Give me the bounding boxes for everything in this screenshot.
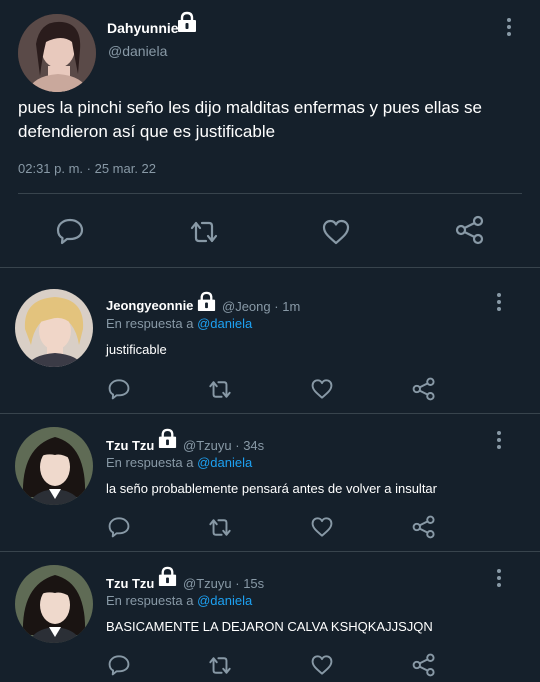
more-vertical-icon[interactable] [496, 569, 502, 589]
avatar[interactable] [15, 289, 93, 367]
reply-meta: @Tzuyu · 15s [183, 576, 264, 591]
share-icon[interactable] [412, 653, 436, 677]
retweet-icon[interactable] [207, 379, 233, 400]
user-handle[interactable]: @Tzuyu [183, 438, 232, 453]
reply-time[interactable]: 34s [243, 438, 264, 453]
display-name[interactable]: Dahyunnie [107, 20, 179, 36]
tweet-timestamp[interactable]: 02:31 p. m. · 25 mar. 22 [18, 161, 156, 176]
avatar[interactable] [15, 565, 93, 643]
in-reply-to: En respuesta a @daniela [106, 455, 252, 470]
heart-icon[interactable] [310, 516, 334, 538]
more-vertical-icon[interactable] [496, 431, 502, 451]
reply-meta: @Jeong · 1m [222, 299, 300, 314]
display-name[interactable]: Tzu Tzu [106, 438, 154, 453]
reply-time[interactable]: 15s [243, 576, 264, 591]
avatar[interactable] [15, 427, 93, 505]
comment-icon[interactable] [107, 516, 131, 538]
reply-text: la seño probablemente pensará antes de v… [106, 481, 437, 496]
avatar-photo [15, 427, 93, 505]
reply-meta: @Tzuyu · 34s [183, 438, 264, 453]
share-icon[interactable] [412, 377, 436, 401]
lock-icon [196, 291, 217, 317]
in-reply-handle-link[interactable]: @daniela [197, 455, 252, 470]
divider [0, 267, 540, 268]
share-icon[interactable] [412, 515, 436, 539]
user-handle[interactable]: @Jeong [222, 299, 271, 314]
reply-time[interactable]: 1m [282, 299, 300, 314]
retweet-icon[interactable] [188, 219, 220, 245]
lock-icon [176, 11, 198, 38]
user-handle[interactable]: @daniela [108, 43, 167, 59]
heart-icon[interactable] [310, 654, 334, 676]
share-icon[interactable] [455, 215, 485, 245]
more-vertical-icon[interactable] [506, 18, 512, 38]
in-reply-handle-link[interactable]: @daniela [197, 316, 252, 331]
divider [18, 193, 522, 194]
retweet-icon[interactable] [207, 517, 233, 538]
in-reply-label: En respuesta a [106, 316, 194, 331]
lock-icon [157, 566, 178, 592]
display-name[interactable]: Jeongyeonnie [106, 298, 193, 313]
comment-icon[interactable] [107, 654, 131, 676]
divider [0, 413, 540, 414]
lock-icon [157, 428, 178, 454]
in-reply-to: En respuesta a @daniela [106, 316, 252, 331]
in-reply-label: En respuesta a [106, 455, 194, 470]
tweet-text: pues la pinchi seño les dijo malditas en… [18, 98, 482, 141]
avatar-photo [15, 289, 93, 367]
in-reply-label: En respuesta a [106, 593, 194, 608]
comment-icon[interactable] [107, 378, 131, 400]
separator: · [235, 576, 240, 591]
user-handle[interactable]: @Tzuyu [183, 576, 232, 591]
separator: · [235, 438, 240, 453]
display-name[interactable]: Tzu Tzu [106, 576, 154, 591]
avatar-photo [18, 14, 96, 92]
comment-icon[interactable] [55, 217, 85, 245]
reply-text: justificable [106, 342, 167, 357]
heart-icon[interactable] [321, 218, 351, 246]
in-reply-to: En respuesta a @daniela [106, 593, 252, 608]
reply-text: BASICAMENTE LA DEJARON CALVA KSHQKAJJSJQ… [106, 619, 433, 634]
more-vertical-icon[interactable] [496, 293, 502, 313]
avatar-photo [15, 565, 93, 643]
in-reply-handle-link[interactable]: @daniela [197, 593, 252, 608]
avatar[interactable] [18, 14, 96, 92]
retweet-icon[interactable] [207, 655, 233, 676]
heart-icon[interactable] [310, 378, 334, 400]
divider [0, 551, 540, 552]
separator: · [274, 299, 279, 314]
